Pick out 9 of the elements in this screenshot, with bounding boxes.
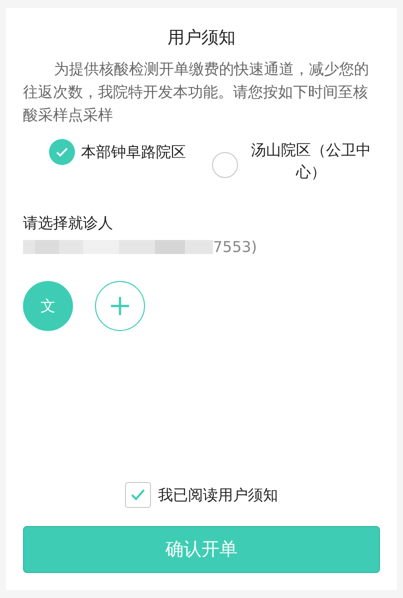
patient-phone-suffix: 7553) [213, 236, 258, 258]
page-title: 用户须知 [166, 27, 236, 50]
add-patient-button[interactable] [95, 281, 145, 331]
agree-checkbox[interactable]: 我已阅读用户须知 [125, 482, 278, 508]
campus-radio[interactable]: 本部钟阜路院区 [49, 139, 186, 165]
notice-text: 为提供核酸检测开单缴费的快速通道，减少您的往返次数，我院特开发本功能。请您按如下时间至核酸采样点采样 [23, 59, 370, 126]
campus-radio[interactable]: 汤山院区（公卫中心） [212, 139, 374, 183]
patient-section-label: 请选择就诊人 [23, 213, 114, 233]
plus-icon [110, 296, 130, 316]
